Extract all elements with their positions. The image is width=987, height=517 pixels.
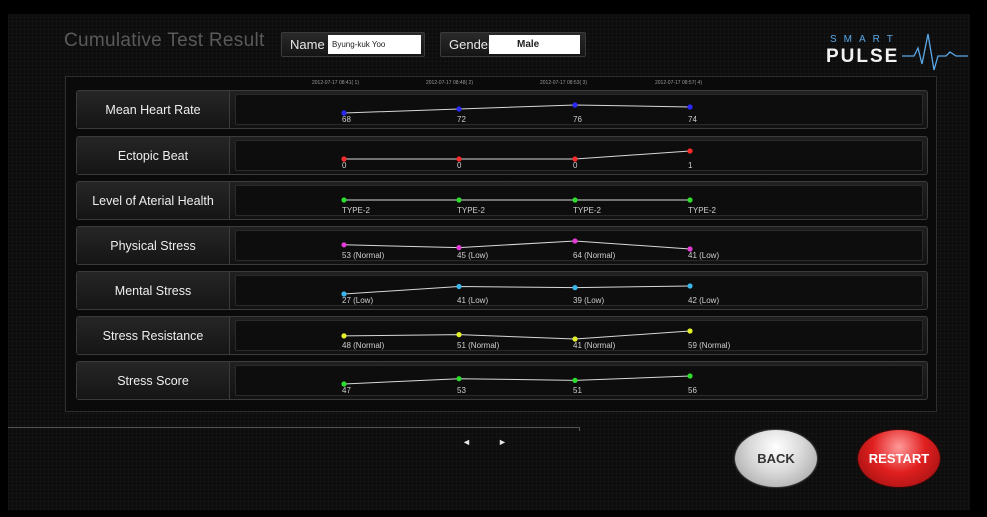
prev-page-button[interactable]: ◄ <box>462 437 471 447</box>
row-track <box>235 140 923 171</box>
row-stress-score: Stress Score <box>76 361 928 400</box>
restart-button[interactable]: RESTART <box>858 430 940 487</box>
row-label-stress-score: Stress Score <box>77 362 230 399</box>
row-stress-resistance: Stress Resistance <box>76 316 928 355</box>
row-track <box>235 275 923 306</box>
row-track <box>235 185 923 216</box>
row-track <box>235 94 923 125</box>
smart-pulse-logo: SMART PULSE <box>818 26 978 76</box>
row-label-ectopic-beat: Ectopic Beat <box>77 137 230 174</box>
app-window: Cumulative Test Result Name Byung-kuk Yo… <box>0 0 987 517</box>
row-label-stress-resistance: Stress Resistance <box>77 317 230 354</box>
test-date-4: 2012-07-17 08:57( 4) <box>655 80 702 86</box>
gender-label: Gender <box>449 37 493 52</box>
logo-pulse-wave <box>902 33 968 71</box>
page-title: Cumulative Test Result <box>64 30 265 51</box>
bottom-divider <box>8 427 580 431</box>
row-label-aterial-health: Level of Aterial Health <box>77 182 230 219</box>
row-mental-stress: Mental Stress <box>76 271 928 310</box>
row-label-mental-stress: Mental Stress <box>77 272 230 309</box>
name-value: Byung-kuk Yoo <box>328 35 421 54</box>
row-label-physical-stress: Physical Stress <box>77 227 230 264</box>
logo-pulse-text: PULSE <box>826 46 899 67</box>
name-label: Name <box>290 37 325 52</box>
gender-value: Male <box>489 35 580 54</box>
row-label-mean-heart-rate: Mean Heart Rate <box>77 91 230 128</box>
row-track <box>235 365 923 396</box>
next-page-button[interactable]: ► <box>498 437 507 447</box>
test-date-3: 2012-07-17 08:53( 3) <box>540 80 587 86</box>
row-track <box>235 230 923 261</box>
back-button[interactable]: BACK <box>735 430 817 487</box>
row-mean-heart-rate: Mean Heart Rate <box>76 90 928 129</box>
row-aterial-health: Level of Aterial Health <box>76 181 928 220</box>
test-date-2: 2012-07-17 08:48( 2) <box>426 80 473 86</box>
row-physical-stress: Physical Stress <box>76 226 928 265</box>
test-date-1: 2012-07-17 08:41( 1) <box>312 80 359 86</box>
logo-smart-text: SMART <box>830 34 900 45</box>
row-track <box>235 320 923 351</box>
row-ectopic-beat: Ectopic Beat <box>76 136 928 175</box>
